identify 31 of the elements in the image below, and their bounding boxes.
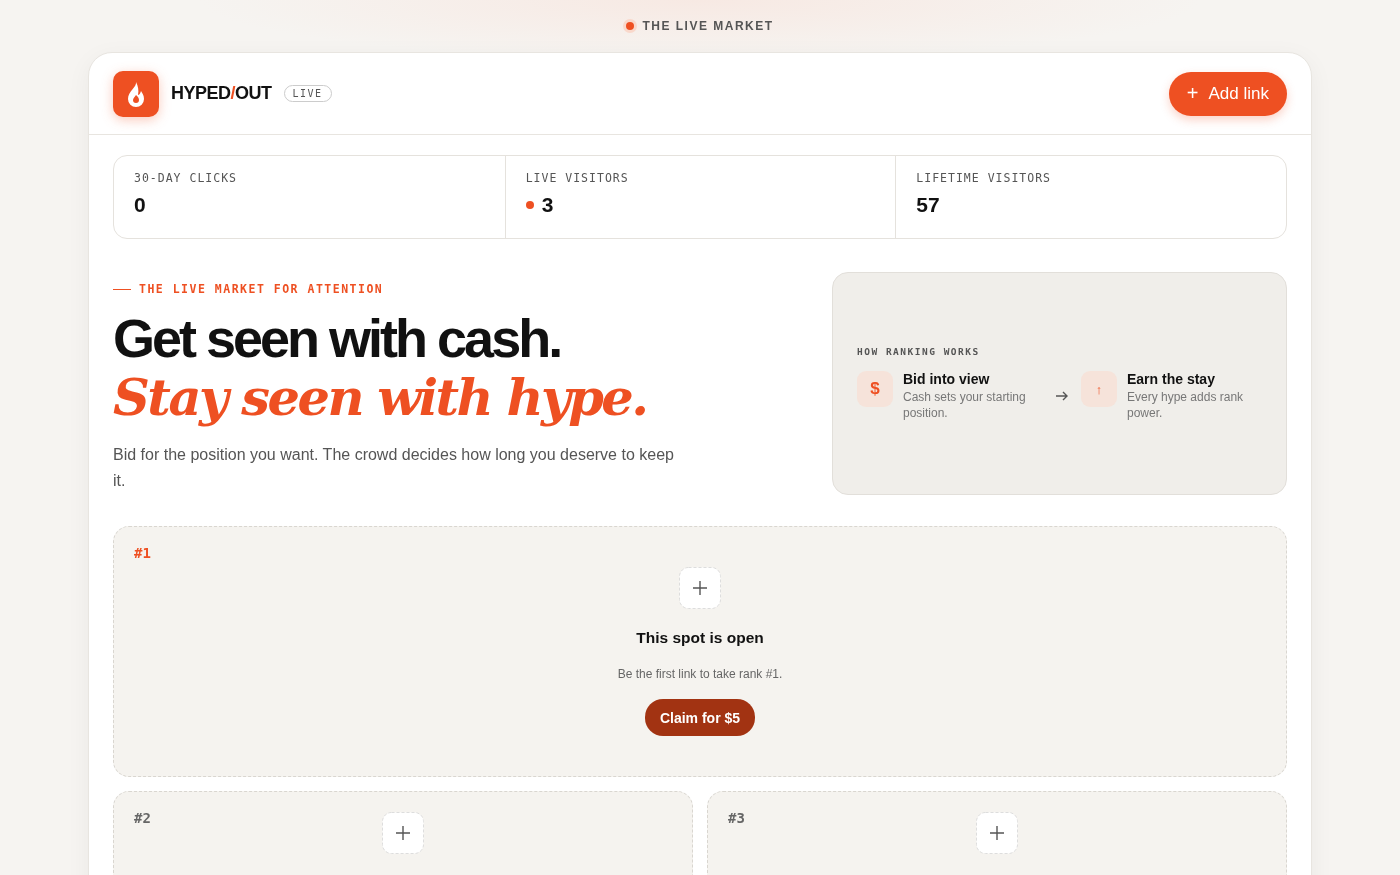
flame-logo-icon <box>113 70 159 117</box>
stat-label: LIVE VISITORS <box>525 171 630 185</box>
ranking-title: HOW RANKING WORKS <box>857 346 981 357</box>
page-label: THE LIVE MARKET <box>642 19 774 33</box>
plus-icon <box>679 567 721 609</box>
spot-title: This spot is open <box>636 629 764 647</box>
rank-label: #3 <box>728 810 745 826</box>
arrow-icon <box>1055 390 1069 402</box>
stat-label: LIFETIME VISITORS <box>916 171 1053 185</box>
stat-value: 57 <box>916 193 940 217</box>
headline-accent: Stay seen with hype. <box>113 366 648 428</box>
headline: Get seen with cash. <box>113 310 562 366</box>
claim-button[interactable]: Claim for $5 <box>644 699 756 736</box>
brand-name: HYPED/OUT <box>171 83 272 104</box>
step-text: Every hype adds rank power. <box>1127 389 1245 421</box>
add-link-button[interactable]: + Add link <box>1168 71 1287 116</box>
step-title: Bid into view <box>903 371 991 387</box>
step-title: Earn the stay <box>1127 371 1216 387</box>
intro-text: Bid for the position you want. The crowd decides how long you deserve to keep it. <box>113 445 675 491</box>
step-icon: $ <box>857 371 893 407</box>
plus-icon <box>976 812 1018 854</box>
spot-note: Be the first link to take rank #1. <box>617 667 783 681</box>
stat-value: 0 <box>134 193 146 217</box>
stat-label: 30-DAY CLICKS <box>134 171 238 185</box>
step-text: Cash sets your starting position. <box>903 389 1027 421</box>
stat-value: 3 <box>541 193 554 217</box>
step-icon: ↑ <box>1081 371 1117 407</box>
plus-icon <box>382 812 424 854</box>
rank-label: #1 <box>134 545 151 561</box>
rank-label: #2 <box>134 810 151 826</box>
eyebrow-text: THE LIVE MARKET FOR ATTENTION <box>139 282 384 296</box>
